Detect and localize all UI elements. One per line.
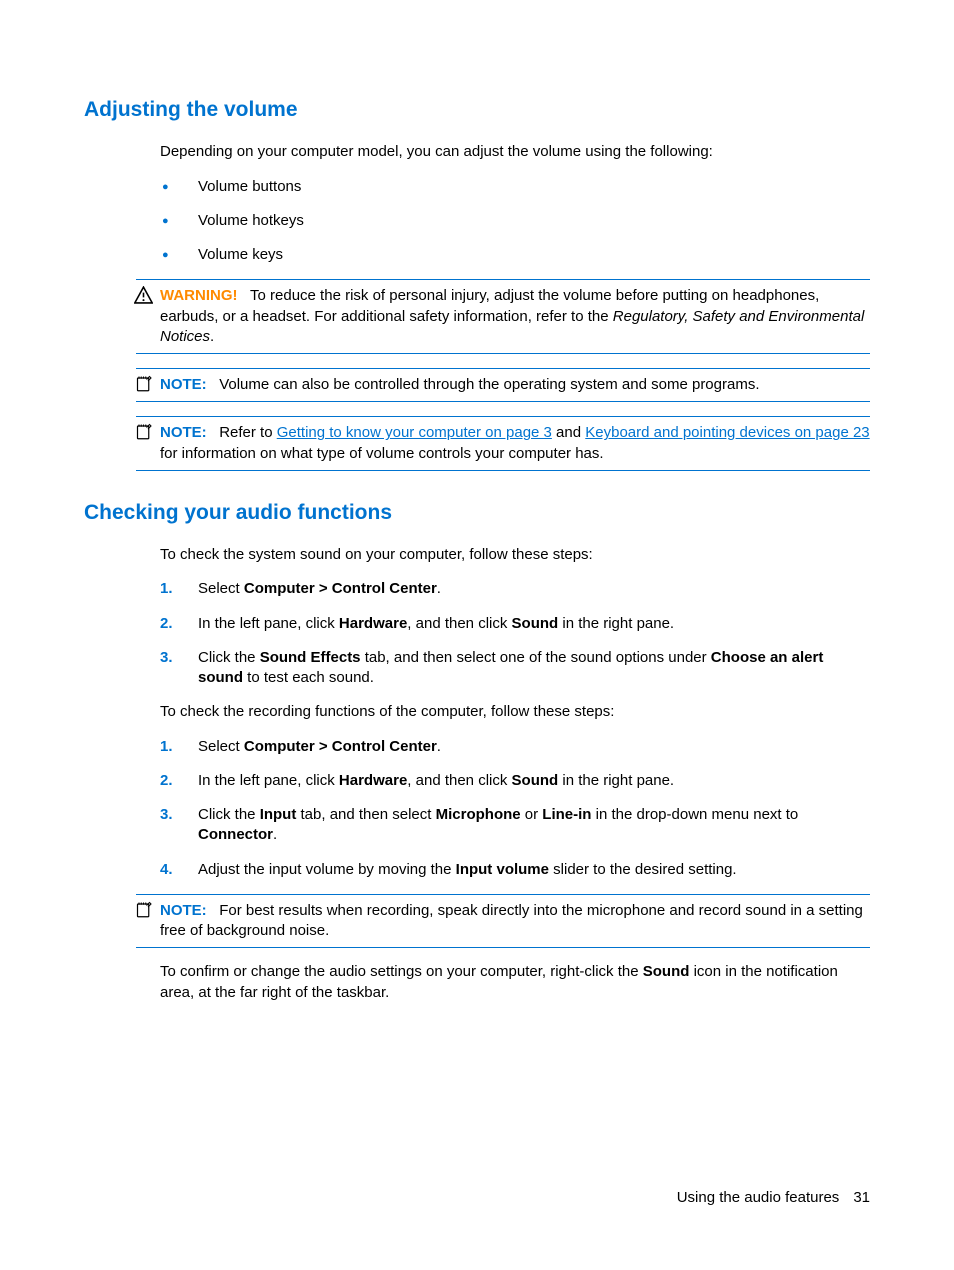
note-label: NOTE: — [160, 424, 207, 441]
list-item: Volume buttons — [160, 177, 870, 197]
list-item: Select Computer > Control Center. — [160, 737, 870, 757]
list-item: Click the Sound Effects tab, and then se… — [160, 648, 870, 689]
step-bold: Microphone — [436, 806, 521, 823]
step-bold: Sound — [512, 772, 559, 789]
volume-methods-list: Volume buttons Volume hotkeys Volume key… — [160, 177, 870, 266]
step-text: . — [437, 580, 441, 597]
step-text: In the left pane, click — [198, 615, 339, 632]
step-text: slider to the desired setting. — [549, 861, 737, 878]
note-text-post: for information on what type of volume c… — [160, 445, 604, 462]
step-text: in the right pane. — [558, 772, 674, 789]
step-text: , and then click — [407, 772, 511, 789]
step-text: . — [437, 738, 441, 755]
note-content: NOTE: For best results when recording, s… — [136, 901, 870, 942]
list-item: Volume hotkeys — [160, 211, 870, 231]
step-text: in the right pane. — [558, 615, 674, 632]
warning-icon — [134, 286, 154, 306]
step-text: tab, and then select — [296, 806, 435, 823]
note-text-mid: and — [552, 424, 585, 441]
step-bold: Sound Effects — [260, 649, 361, 666]
step-bold: Computer > Control Center — [244, 738, 437, 755]
list-item: In the left pane, click Hardware, and th… — [160, 614, 870, 634]
step-bold: Hardware — [339, 615, 407, 632]
note-content: NOTE: Refer to Getting to know your comp… — [136, 423, 870, 464]
section2-body: To check the system sound on your comput… — [160, 545, 870, 880]
list-item: Adjust the input volume by moving the In… — [160, 860, 870, 880]
closing-bold: Sound — [643, 963, 690, 980]
step-text: Select — [198, 580, 244, 597]
step-text: in the drop-down menu next to — [591, 806, 798, 823]
closing-paragraph: To confirm or change the audio settings … — [160, 962, 870, 1003]
link-getting-to-know[interactable]: Getting to know your computer on page 3 — [277, 424, 552, 441]
note-text: Volume can also be controlled through th… — [219, 376, 759, 393]
note-text: For best results when recording, speak d… — [160, 902, 863, 939]
step-bold: Hardware — [339, 772, 407, 789]
list-item: In the left pane, click Hardware, and th… — [160, 771, 870, 791]
step-text: or — [521, 806, 543, 823]
note-label: NOTE: — [160, 376, 207, 393]
note-icon — [134, 375, 154, 395]
page-number: 31 — [853, 1189, 870, 1206]
link-keyboard-devices[interactable]: Keyboard and pointing devices on page 23 — [585, 424, 869, 441]
step-text: to test each sound. — [243, 669, 374, 686]
note-icon — [134, 901, 154, 921]
warning-label: WARNING! — [160, 287, 238, 304]
list-item: Select Computer > Control Center. — [160, 579, 870, 599]
step-text: Click the — [198, 649, 260, 666]
warning-callout: WARNING! To reduce the risk of personal … — [136, 279, 870, 354]
intro-paragraph: Depending on your computer model, you ca… — [160, 142, 870, 162]
closing-text: To confirm or change the audio settings … — [160, 963, 643, 980]
step-text: tab, and then select one of the sound op… — [361, 649, 711, 666]
document-page: Adjusting the volume Depending on your c… — [0, 0, 954, 1077]
page-footer: Using the audio features 31 — [677, 1188, 870, 1208]
warning-content: WARNING! To reduce the risk of personal … — [136, 286, 870, 347]
note-icon — [134, 423, 154, 443]
note-content: NOTE: Volume can also be controlled thro… — [136, 375, 870, 395]
intro-paragraph: To check the system sound on your comput… — [160, 545, 870, 565]
step-bold: Sound — [512, 615, 559, 632]
section1-body: Depending on your computer model, you ca… — [160, 142, 870, 265]
step-bold: Connector — [198, 826, 273, 843]
step-text: In the left pane, click — [198, 772, 339, 789]
step-bold: Input volume — [456, 861, 549, 878]
list-item: Volume keys — [160, 245, 870, 265]
heading-checking-audio: Checking your audio functions — [84, 499, 870, 527]
check-sound-steps: Select Computer > Control Center. In the… — [160, 579, 870, 688]
note-callout: NOTE: Volume can also be controlled thro… — [136, 368, 870, 402]
step-bold: Input — [260, 806, 297, 823]
note-label: NOTE: — [160, 902, 207, 919]
closing-block: To confirm or change the audio settings … — [160, 962, 870, 1003]
step-bold: Computer > Control Center — [244, 580, 437, 597]
mid-paragraph: To check the recording functions of the … — [160, 702, 870, 722]
step-text: , and then click — [407, 615, 511, 632]
note-callout: NOTE: For best results when recording, s… — [136, 894, 870, 949]
note-callout: NOTE: Refer to Getting to know your comp… — [136, 416, 870, 471]
step-text: Select — [198, 738, 244, 755]
list-item: Click the Input tab, and then select Mic… — [160, 805, 870, 846]
check-recording-steps: Select Computer > Control Center. In the… — [160, 737, 870, 880]
step-text: Click the — [198, 806, 260, 823]
footer-section-label: Using the audio features — [677, 1189, 840, 1206]
note-text-pre: Refer to — [219, 424, 277, 441]
step-text: . — [273, 826, 277, 843]
step-text: Adjust the input volume by moving the — [198, 861, 456, 878]
warning-text-end: . — [210, 328, 214, 345]
heading-adjusting-volume: Adjusting the volume — [84, 96, 870, 124]
step-bold: Line-in — [542, 806, 591, 823]
